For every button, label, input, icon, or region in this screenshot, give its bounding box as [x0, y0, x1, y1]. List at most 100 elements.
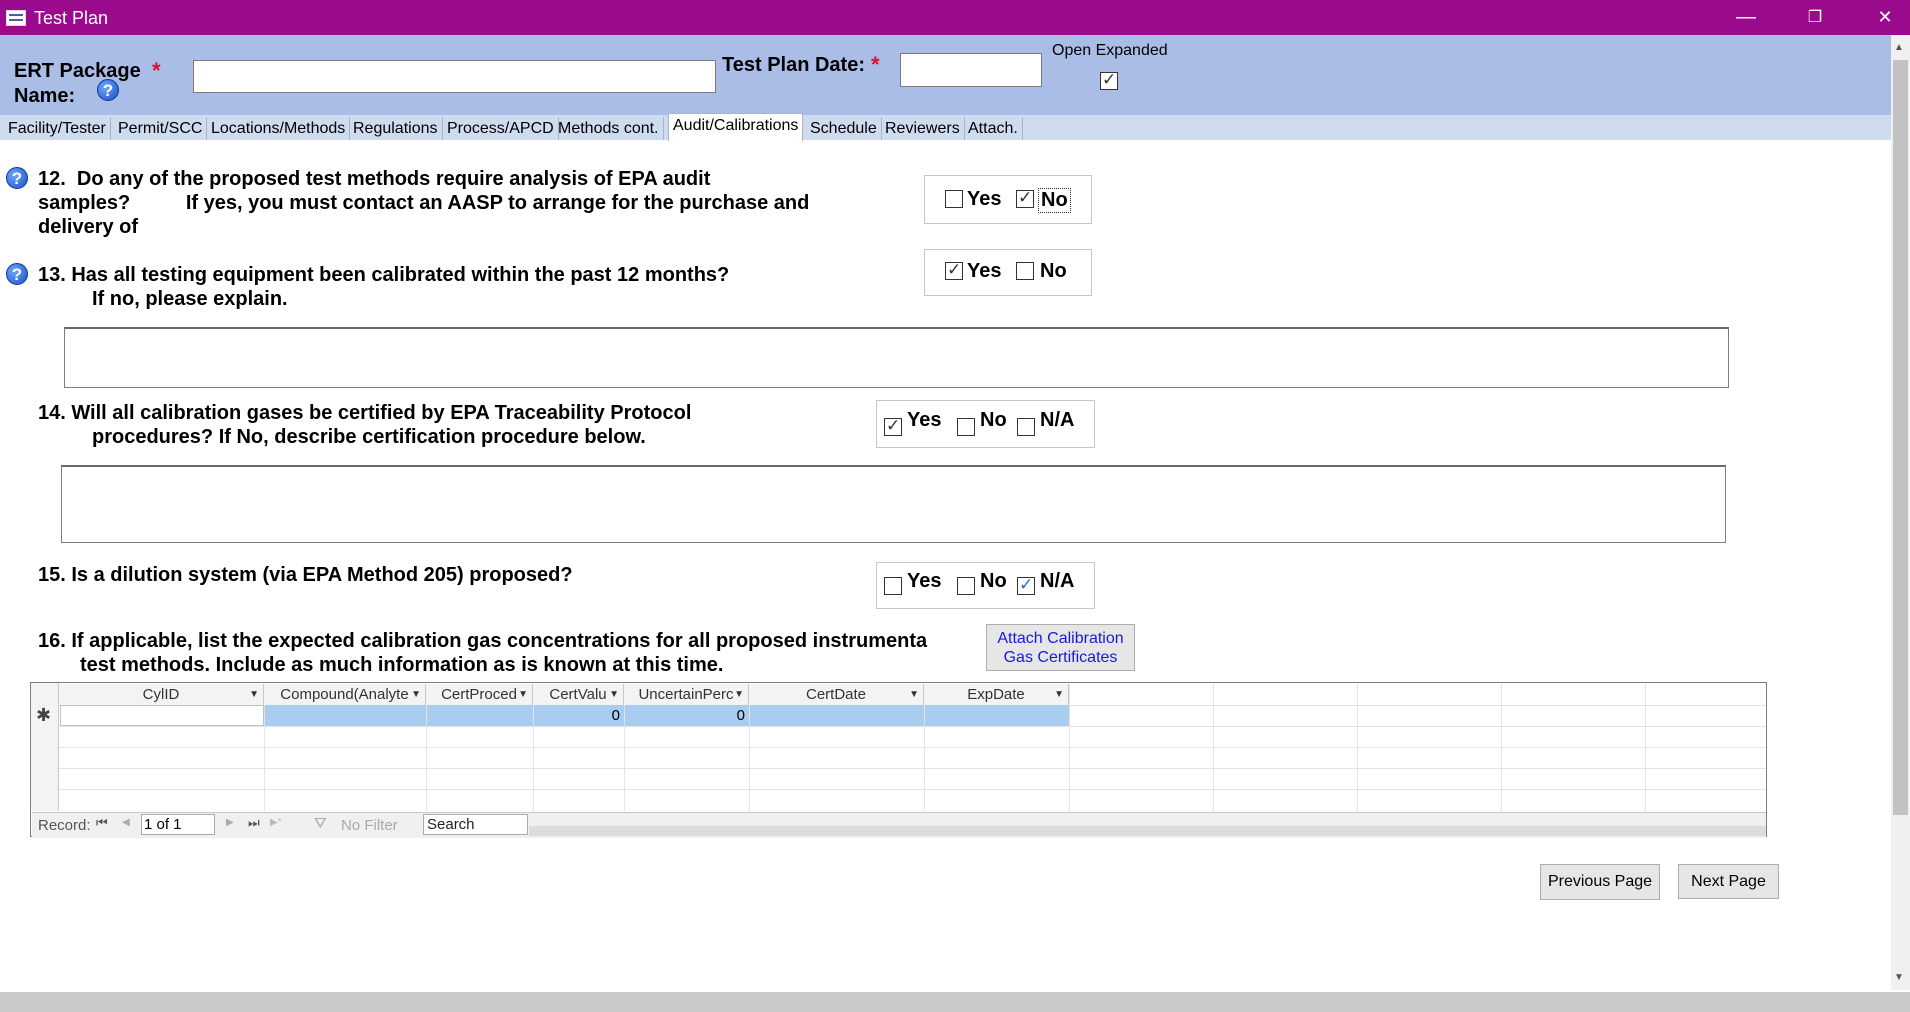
tab-reviewers[interactable]: Reviewers	[881, 117, 965, 140]
record-label: Record:	[38, 817, 91, 834]
column-header-certvalu[interactable]: CertValu ▼	[533, 684, 624, 705]
q13-explanation-textarea[interactable]	[64, 327, 1729, 388]
package-name-label-line2: Name:	[14, 85, 76, 107]
tab-process-apcd[interactable]: Process/APCD	[443, 117, 559, 140]
tab-regulations[interactable]: Regulations	[349, 117, 443, 140]
open-expanded-checkbox[interactable]	[1100, 70, 1118, 90]
column-header-certdate[interactable]: CertDate ▼	[749, 684, 924, 705]
attach-calibration-certificates-button[interactable]: Attach Calibration Gas Certificates	[986, 624, 1135, 671]
tab-permit-scc[interactable]: Permit/SCC	[114, 117, 208, 140]
sort-arrow-icon: ▼	[249, 689, 259, 700]
current-record-input[interactable]: 1 of 1	[141, 814, 215, 835]
tab-facility-tester[interactable]: Facility/Tester	[4, 117, 111, 140]
cell-uncertainperc[interactable]: 0	[625, 705, 749, 726]
tab-audit-calibrations[interactable]: Audit/Calibrations	[668, 113, 804, 141]
q15-yes-label: Yes	[907, 570, 942, 592]
sort-arrow-icon: ▼	[1054, 689, 1064, 700]
q14-description-textarea[interactable]	[61, 465, 1726, 543]
q15-text: 15. Is a dilution system (via EPA Method…	[38, 564, 573, 586]
cell-certvalu[interactable]: 0	[534, 705, 624, 726]
column-header-compound[interactable]: Compound(Analyte ▼	[264, 684, 426, 705]
test-plan-date-label: Test Plan Date:	[722, 54, 865, 76]
q15-no-checkbox[interactable]	[957, 577, 975, 595]
sort-arrow-icon: ▼	[734, 689, 744, 700]
close-button[interactable]: ✕	[1854, 0, 1910, 35]
q15-no-label: No	[980, 570, 1007, 592]
q15-na-checkbox[interactable]	[1017, 575, 1035, 595]
sort-arrow-icon: ▼	[411, 689, 421, 700]
scrollbar-thumb[interactable]	[1893, 60, 1908, 815]
q14-yes-checkbox[interactable]	[884, 416, 902, 436]
column-header-uncertainperc[interactable]: UncertainPerc ▼	[624, 684, 749, 705]
q12-text-line3: delivery of	[38, 216, 139, 238]
status-strip	[0, 992, 1910, 1012]
new-record-marker-icon: ✱	[36, 705, 52, 725]
tab-methods-cont[interactable]: Methods cont.	[554, 117, 664, 140]
package-help-icon[interactable]: ?	[97, 79, 119, 101]
cell-cylid[interactable]	[60, 705, 264, 726]
package-name-input[interactable]	[193, 60, 716, 93]
select-all-corner[interactable]	[31, 683, 59, 705]
q13-no-checkbox[interactable]	[1016, 262, 1034, 280]
minimize-button[interactable]: —	[1715, 0, 1777, 35]
q15-yes-checkbox[interactable]	[884, 577, 902, 595]
q13-yes-checkbox[interactable]	[945, 260, 963, 280]
sort-arrow-icon: ▼	[909, 689, 919, 700]
first-record-button[interactable]: ⏮	[96, 815, 108, 831]
q14-yes-label: Yes	[907, 409, 942, 431]
q12-no-label: No	[1038, 188, 1071, 213]
q12-help-icon[interactable]: ?	[6, 167, 28, 189]
last-record-button[interactable]: ⏭	[248, 815, 260, 831]
no-filter-button[interactable]: No Filter	[341, 817, 398, 834]
grid-line	[1069, 684, 1070, 811]
q14-text-line1: 14. Will all calibration gases be certif…	[38, 402, 692, 424]
column-header-cylid[interactable]: CylID ▼	[59, 684, 264, 705]
previous-record-button[interactable]: ◀	[122, 817, 130, 828]
q12-no-checkbox[interactable]	[1016, 188, 1034, 208]
open-expanded-label: Open Expanded	[1052, 42, 1168, 59]
q12-yes-checkbox[interactable]	[945, 190, 963, 208]
cell-certdate[interactable]	[750, 705, 924, 726]
filter-icon: ⛛	[314, 815, 327, 832]
q14-na-checkbox[interactable]	[1017, 418, 1035, 436]
scroll-up-arrow-icon[interactable]: ▲	[1894, 42, 1904, 53]
test-plan-date-input[interactable]	[900, 53, 1042, 87]
tab-locations-methods[interactable]: Locations/Methods	[207, 117, 351, 140]
q14-text-line2: procedures? If No, describe certificatio…	[92, 426, 646, 448]
horizontal-scrollbar[interactable]	[529, 826, 1766, 836]
q14-na-label: N/A	[1040, 409, 1075, 431]
cell-certproced[interactable]	[427, 705, 533, 726]
q13-text-line2: If no, please explain.	[92, 288, 288, 310]
grid-line	[31, 747, 1766, 748]
search-input[interactable]: Search	[423, 814, 528, 835]
attach-button-line1: Attach Calibration	[997, 630, 1124, 647]
cell-compound[interactable]	[265, 705, 426, 726]
previous-page-button[interactable]: Previous Page	[1540, 864, 1660, 900]
column-header-certproced[interactable]: CertProced ▼	[426, 684, 533, 705]
title-bar	[0, 0, 1910, 35]
tab-schedule[interactable]: Schedule	[806, 117, 882, 140]
q14-no-checkbox[interactable]	[957, 418, 975, 436]
grid-line	[1213, 684, 1214, 811]
grid-line	[31, 726, 1766, 727]
column-header-expdate[interactable]: ExpDate ▼	[924, 684, 1069, 705]
restore-button[interactable]: ❐	[1784, 0, 1846, 35]
q13-text-line1: 13. Has all testing equipment been calib…	[38, 264, 730, 286]
next-page-button[interactable]: Next Page	[1678, 864, 1779, 899]
tab-attach[interactable]: Attach.	[964, 117, 1023, 140]
q12-yes-label: Yes	[967, 188, 1002, 210]
form-icon	[6, 10, 26, 26]
test-plan-date-required-mark: *	[871, 52, 880, 77]
cell-expdate[interactable]	[925, 705, 1069, 726]
grid-line	[31, 789, 1766, 790]
scroll-down-arrow-icon[interactable]: ▼	[1894, 972, 1904, 983]
new-record-button[interactable]: ▶*	[270, 817, 282, 828]
q13-help-icon[interactable]: ?	[6, 263, 28, 285]
q12-text-line2: samples? If yes, you must contact an AAS…	[38, 192, 810, 214]
q16-text-line1: 16. If applicable, list the expected cal…	[38, 630, 928, 652]
q13-yes-label: Yes	[967, 260, 1002, 282]
q14-no-label: No	[980, 409, 1007, 431]
package-name-required-mark: *	[152, 58, 161, 83]
next-record-button[interactable]: ▶	[226, 817, 234, 828]
q13-no-label: No	[1040, 260, 1067, 282]
